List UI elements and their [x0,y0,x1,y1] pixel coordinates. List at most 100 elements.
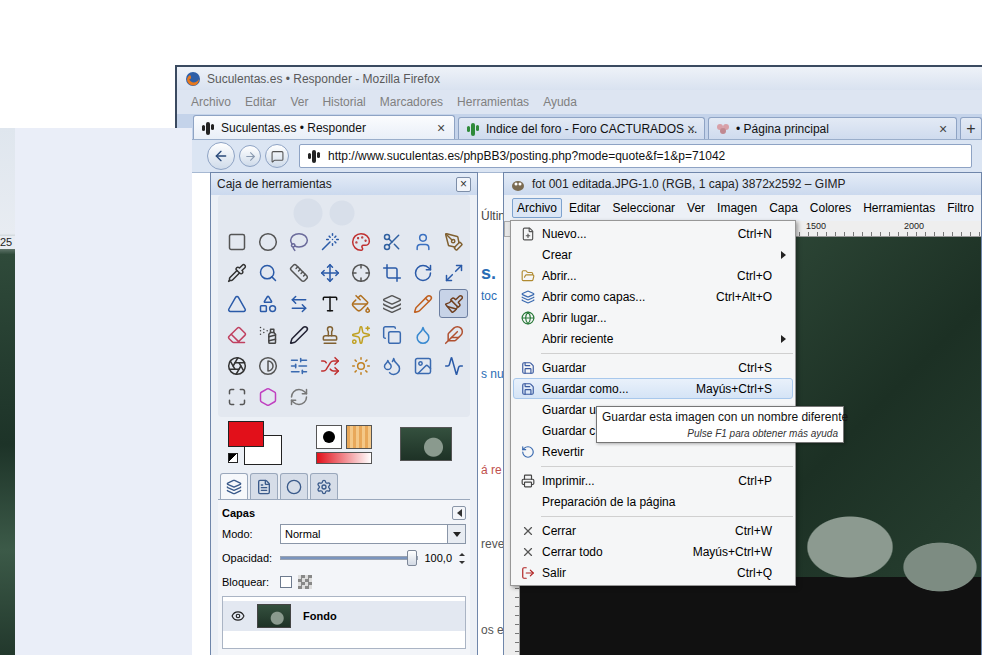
tool-button[interactable] [377,320,406,349]
tool-button[interactable] [408,351,437,380]
menu-entry[interactable]: Abrir...Ctrl+O [513,265,793,286]
menu-item[interactable]: Filtro [942,198,979,218]
tool-button[interactable] [346,258,375,287]
tool-button[interactable] [284,382,313,411]
close-button[interactable]: × [456,177,471,192]
browser-tab[interactable]: • Página principal× [708,117,957,139]
menu-item[interactable]: Ver [682,198,710,218]
dock-tab[interactable] [220,473,248,499]
title-bar[interactable]: Caja de herramientas× [211,173,477,195]
menu-entry[interactable]: Guardar como...Mayús+Ctrl+S [513,378,793,399]
back-button[interactable] [207,142,235,170]
url-field[interactable]: http://www.suculentas.es/phpBB3/posting.… [299,144,972,168]
slider-thumb[interactable] [407,550,417,566]
menu-entry[interactable]: Cerrar todoMayús+Ctrl+W [513,541,793,562]
menu-item[interactable]: Archivo [191,95,231,109]
menu-entry[interactable]: Crear [513,244,793,265]
menu-entry[interactable]: GuardarCtrl+S [513,357,793,378]
menu-item[interactable]: Colores [805,198,856,218]
new-tab-button[interactable]: + [960,117,982,139]
menu-item[interactable]: Ver [290,95,308,109]
menu-item[interactable]: Editar [564,198,605,218]
browser-tab[interactable]: Indice del foro - Foro CACTURADOS ...× [458,117,705,139]
tab-close-button[interactable]: × [936,121,950,137]
tool-button[interactable] [346,227,375,256]
menu-item[interactable]: Editar [245,95,276,109]
menu-entry[interactable]: Imprimir...Ctrl+P [513,470,793,491]
lock-checkbox[interactable] [280,576,292,588]
forward-button[interactable] [239,145,261,167]
tool-button[interactable] [408,227,437,256]
tool-button[interactable] [284,351,313,380]
tool-button[interactable] [439,320,468,349]
tool-button[interactable] [315,289,344,318]
tool-button[interactable] [377,289,406,318]
tool-button[interactable] [315,351,344,380]
tool-button[interactable] [284,320,313,349]
tool-button[interactable] [439,227,468,256]
menu-entry[interactable]: Revertir [513,441,793,462]
tool-button[interactable] [253,382,282,411]
menu-item[interactable]: Ayuda [543,95,577,109]
menu-entry[interactable]: Nuevo...Ctrl+N [513,223,793,244]
visibility-eye-icon[interactable] [231,609,245,623]
menu-entry[interactable]: Abrir lugar... [513,307,793,328]
tool-button[interactable] [222,289,251,318]
menu-entry[interactable]: SalirCtrl+Q [513,562,793,583]
menu-item[interactable]: Herramientas [457,95,529,109]
tool-button[interactable] [222,227,251,256]
tool-button[interactable] [346,289,375,318]
tool-button[interactable] [222,258,251,287]
gradient-button[interactable] [316,452,372,464]
spin-arrows-icon[interactable] [458,550,466,566]
tool-button[interactable] [253,320,282,349]
tool-button[interactable] [222,351,251,380]
tool-button[interactable] [222,382,251,411]
tool-button[interactable] [439,351,468,380]
default-colors-icon[interactable] [228,453,238,463]
menu-entry[interactable]: Preparación de la página [513,491,793,512]
title-bar[interactable]: Suculentas.es • Responder - Mozilla Fire… [177,67,982,90]
tab-close-button[interactable]: × [684,121,698,137]
layer-row[interactable]: Fondo [223,601,465,631]
menu-entry[interactable]: Abrir como capas...Ctrl+Alt+O [513,286,793,307]
tool-button[interactable] [284,258,313,287]
menu-item[interactable]: Seleccionar [607,198,680,218]
menu-entry[interactable]: Abrir reciente [513,328,793,349]
active-image-thumbnail[interactable] [400,427,452,461]
menu-item[interactable]: Marcadores [380,95,443,109]
menu-item[interactable]: Herramientas [858,198,940,218]
tool-button[interactable] [439,258,468,287]
feed-button[interactable] [265,144,289,168]
menu-item[interactable]: Archivo [512,198,562,218]
brush-button[interactable] [316,425,342,449]
panel-menu-button[interactable] [452,506,466,520]
dock-tab[interactable] [280,473,308,499]
menu-item[interactable]: Historial [322,95,365,109]
tool-button[interactable] [253,289,282,318]
opacity-slider[interactable] [280,556,418,560]
menu-item[interactable]: Imagen [712,198,762,218]
tool-button[interactable] [408,320,437,349]
dock-tab[interactable] [310,473,338,499]
tool-button[interactable] [377,351,406,380]
browser-tab[interactable]: Suculentas.es • Responder× [193,115,455,139]
menu-entry[interactable]: CerrarCtrl+W [513,520,793,541]
foreground-color[interactable] [228,421,264,447]
tool-button[interactable] [253,351,282,380]
pattern-button[interactable] [346,425,372,449]
tool-button[interactable] [439,289,468,318]
tool-button[interactable] [253,258,282,287]
tool-button[interactable] [408,289,437,318]
tab-close-button[interactable]: × [434,120,448,136]
tool-button[interactable] [222,320,251,349]
tool-button[interactable] [408,258,437,287]
tool-button[interactable] [346,351,375,380]
tool-button[interactable] [346,320,375,349]
tool-button[interactable] [377,258,406,287]
tool-button[interactable] [253,227,282,256]
tool-button[interactable] [315,258,344,287]
mode-select[interactable]: Normal [280,524,466,544]
tool-button[interactable] [284,289,313,318]
tool-button[interactable] [284,227,313,256]
